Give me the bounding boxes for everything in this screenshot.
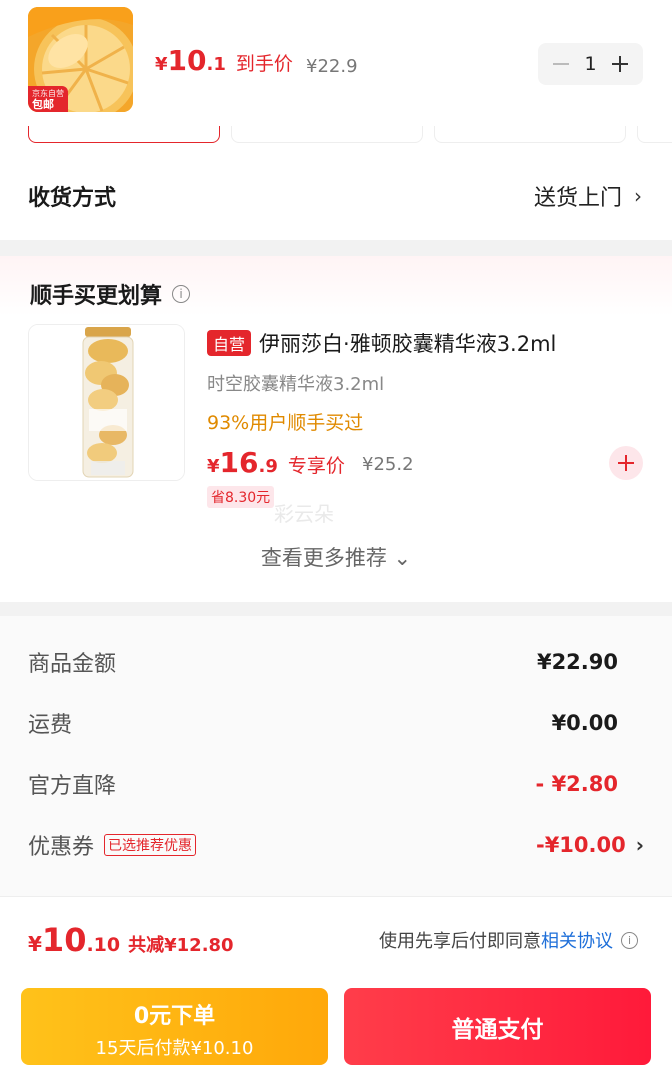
reco-price-tag: 专享价 [287,455,345,477]
section-divider [0,240,672,256]
plus-icon[interactable] [607,51,633,77]
total-saved: 共减¥12.80 [128,935,234,956]
summary-label: 运费 [28,713,73,738]
price-decimal: .1 [206,54,226,75]
watermark-text: 彩云朵 [274,502,334,526]
self-operated-tag: 自营 [207,330,252,356]
summary-label-coupon: 优惠券 已选推荐优惠 [28,829,197,861]
spec-tab[interactable] [231,126,423,143]
badge-main-text: 包邮 [32,98,54,111]
total-price: ¥ 10 .10 共减¥12.80 [28,921,234,959]
reco-price-decimal: .9 [258,456,278,477]
serum-capsules-image [29,325,184,480]
info-icon[interactable]: i [621,931,638,949]
summary-value: -¥10.00 [535,833,626,857]
final-price: ¥ 10 .1 到手价 [155,44,293,77]
reco-product-spec: 时空胶囊精华液3.2ml [207,374,385,395]
quantity-value: 1 [584,53,597,75]
reco-title: 顺手买更划算 i [30,278,191,310]
summary-label: 官方直降 [28,774,117,799]
spec-tabs-strip [0,126,672,146]
reco-bought-rate: 93%用户顺手买过 [207,412,364,434]
chevron-right-icon: › [634,184,642,208]
agreement-text: 使用先享后付即同意 [379,931,541,952]
agreement-notice: 使用先享后付即同意 相关协议 i [379,927,638,953]
price-integer: 10 [167,44,207,77]
reco-price-integer: 16 [219,446,259,479]
total-currency: ¥ [28,932,42,956]
summary-row-official-discount: 官方直降 - ¥2.80 [28,768,644,800]
summary-label: 优惠券 [28,835,95,860]
reco-save-tag: 省8.30元 [207,486,275,508]
coupon-value: -¥10.00 › [536,833,644,857]
summary-row-goods: 商品金额 ¥22.90 [28,646,644,678]
reco-price-currency: ¥ [207,456,220,477]
delivery-label: 收货方式 [28,186,117,211]
pay-later-button[interactable]: 0元下单 15天后付款¥10.10 [21,988,328,1065]
summary-value: - ¥2.80 [535,772,618,796]
section-divider [0,602,672,616]
summary-value: ¥0.00 [551,711,618,735]
checkout-bar: ¥ 10 .10 共减¥12.80 使用先享后付即同意 相关协议 i [0,896,672,978]
quantity-stepper: 1 [538,43,643,85]
spec-tab[interactable] [637,126,672,143]
pay-now-button[interactable]: 普通支付 [344,988,651,1065]
summary-row-coupon[interactable]: 优惠券 已选推荐优惠 -¥10.00 › [28,829,644,861]
price-currency: ¥ [155,54,168,75]
delivery-value: 送货上门 › [534,180,642,212]
add-to-order-icon[interactable] [609,446,643,480]
info-icon[interactable]: i [172,285,191,303]
pay-later-subtitle: 15天后付款¥10.10 [95,1038,254,1059]
reco-original-price: ¥25.2 [362,454,414,475]
coupon-tag: 已选推荐优惠 [104,834,197,856]
delivery-method-row[interactable]: 收货方式 送货上门 › [0,160,672,232]
reco-product-name[interactable]: 自营 伊丽莎白·雅顿胶囊精华液3.2ml [207,328,556,358]
chevron-right-icon: › [635,833,644,857]
total-decimal: .10 [86,934,121,956]
reco-product-image[interactable] [28,324,185,481]
total-integer: 10 [41,921,87,959]
reco-name-text: 伊丽莎白·雅顿胶囊精华液3.2ml [259,332,557,356]
spec-tab[interactable] [434,126,626,143]
product-thumbnail[interactable]: 京东自营 包邮 [28,7,133,112]
order-summary: 商品金额 ¥22.90 运费 ¥0.00 官方直降 - ¥2.80 优惠券 已选… [0,616,672,896]
summary-label: 商品金额 [28,652,117,677]
original-price: ¥22.9 [306,56,358,77]
summary-row-shipping: 运费 ¥0.00 [28,707,644,739]
minus-icon[interactable] [548,51,574,77]
agreement-link[interactable]: 相关协议 [541,927,613,953]
reco-price: ¥ 16 .9 专享价 [207,446,345,479]
spec-tab-selected[interactable] [28,126,220,143]
recommendation-section: 顺手买更划算 i 自营 伊丽莎白·雅顿胶囊精华液3.2ml 时空胶囊精华液3.2… [0,256,672,602]
delivery-value-text: 送货上门 [533,186,622,211]
product-header: 京东自营 包邮 ¥ 10 .1 到手价 ¥22.9 1 [0,0,672,126]
pay-later-title: 0元下单 [133,1004,216,1029]
reco-title-text: 顺手买更划算 [30,284,163,309]
free-shipping-badge: 京东自营 包邮 [28,86,68,112]
badge-top-text: 京东自营 [32,89,64,98]
view-more-recommendations[interactable]: 查看更多推荐 ⌄ [0,542,672,572]
summary-value: ¥22.90 [536,650,618,674]
price-tag: 到手价 [235,53,293,75]
